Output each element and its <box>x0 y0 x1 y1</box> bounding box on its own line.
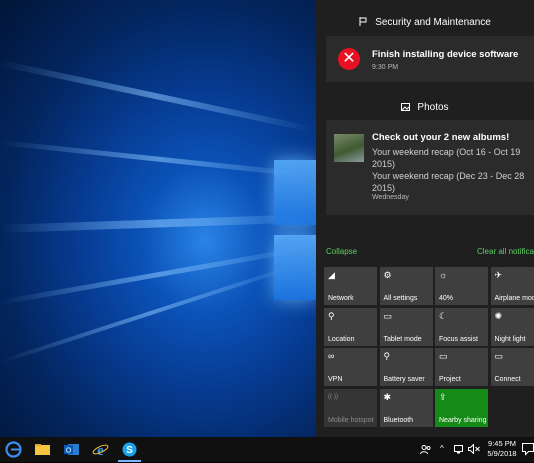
windows-logo-wallpaper <box>270 150 316 310</box>
taskbar: O e S ^ 9:45 PM 5/9/2018 <box>0 437 534 462</box>
clock-time: 9:45 PM <box>484 439 520 449</box>
notification-time: 9:30 PM <box>372 64 398 71</box>
taskbar-clock[interactable]: 9:45 PM 5/9/2018 <box>484 439 520 459</box>
clock-date: 5/9/2018 <box>484 449 520 459</box>
quick-action-network[interactable]: ◢ Network <box>324 267 377 305</box>
quick-action-nearby-sharing[interactable]: ⇪ Nearby sharing <box>435 389 488 427</box>
action-center-icon[interactable] <box>522 442 534 456</box>
quick-action-vpn[interactable]: ∞ VPN <box>324 348 377 386</box>
quick-action-label: Airplane mode <box>495 295 534 302</box>
quick-action-all-settings[interactable]: ⚙ All settings <box>380 267 433 305</box>
svg-text:S: S <box>126 445 133 456</box>
notification-security[interactable]: ✕ Finish installing device software 9:30… <box>326 36 534 82</box>
svg-text:O: O <box>66 448 72 455</box>
group-header-photos: Photos <box>417 102 448 113</box>
quick-action-night-light[interactable]: ✺ Night light <box>491 308 534 346</box>
network-tray-icon[interactable] <box>454 444 464 456</box>
quick-action-40[interactable]: ☼ 40% <box>435 267 488 305</box>
quick-action-mobile-hotspot[interactable]: ((·)) Mobile hotspot <box>324 389 377 427</box>
location-icon: ⚲ <box>328 311 338 321</box>
people-icon[interactable] <box>420 444 431 457</box>
network-icon: ◢ <box>328 270 338 280</box>
clear-all-notifications-link[interactable]: Clear all notifications <box>477 247 534 256</box>
notification-group-security[interactable]: Security and Maintenance <box>316 17 534 28</box>
project-icon: ▭ <box>439 351 449 361</box>
hotspot-icon: ((·)) <box>328 392 338 402</box>
quick-action-label: Focus assist <box>439 336 478 343</box>
quick-action-label: Location <box>328 336 354 343</box>
flag-icon <box>359 17 367 25</box>
skype-icon[interactable]: S <box>121 441 138 458</box>
quick-action-connect[interactable]: ▭ Connect <box>491 348 534 386</box>
quick-action-label: Mobile hotspot <box>328 417 374 424</box>
vpn-icon: ∞ <box>328 351 338 361</box>
quick-action-label: All settings <box>384 295 418 302</box>
notification-title: Finish installing device software <box>372 49 518 60</box>
tablet-icon: ▭ <box>384 311 394 321</box>
quick-action-battery-saver[interactable]: ⚲ Battery saver <box>380 348 433 386</box>
brightness-icon: ☼ <box>439 270 449 280</box>
moon-icon: ☾ <box>439 311 449 321</box>
collapse-link[interactable]: Collapse <box>326 247 357 256</box>
quick-action-label: Network <box>328 295 354 302</box>
quick-action-label: Nearby sharing <box>439 417 486 424</box>
quick-action-project[interactable]: ▭ Project <box>435 348 488 386</box>
quick-action-label: VPN <box>328 376 342 383</box>
quick-action-tablet-mode[interactable]: ▭ Tablet mode <box>380 308 433 346</box>
quick-action-bluetooth[interactable]: ✱ Bluetooth <box>380 389 433 427</box>
notification-group-photos[interactable]: Photos <box>316 102 534 113</box>
notification-title: Check out your 2 new albums! <box>372 132 509 143</box>
quick-action-label: Connect <box>495 376 521 383</box>
outlook-icon[interactable]: O <box>63 441 80 458</box>
quick-action-label: Project <box>439 376 461 383</box>
quick-action-label: 40% <box>439 295 453 302</box>
quick-action-label: Battery saver <box>384 376 425 383</box>
quick-action-airplane-mode[interactable]: ✈ Airplane mode <box>491 267 534 305</box>
photos-icon <box>401 103 409 111</box>
quick-action-label: Bluetooth <box>384 417 414 424</box>
battery-saver-icon: ⚲ <box>384 351 394 361</box>
quick-action-location[interactable]: ⚲ Location <box>324 308 377 346</box>
airplane-icon: ✈ <box>495 270 505 280</box>
connect-icon: ▭ <box>495 351 505 361</box>
action-center: Security and Maintenance ✕ Finish instal… <box>316 0 534 437</box>
file-explorer-icon[interactable] <box>34 441 51 458</box>
quick-action-label: Tablet mode <box>384 336 422 343</box>
sun-icon: ✺ <box>495 311 505 321</box>
notification-time: Wednesday <box>372 194 409 201</box>
album-thumbnail <box>334 134 364 162</box>
error-icon: ✕ <box>338 48 360 70</box>
volume-muted-icon[interactable] <box>468 444 480 456</box>
group-header-security: Security and Maintenance <box>375 17 491 28</box>
quick-action-focus-assist[interactable]: ☾ Focus assist <box>435 308 488 346</box>
share-icon: ⇪ <box>439 392 449 402</box>
quick-action-label: Night light <box>495 336 526 343</box>
internet-explorer-icon[interactable]: e <box>92 441 109 458</box>
notification-photos[interactable]: Check out your 2 new albums! Your weeken… <box>326 120 534 215</box>
gear-icon: ⚙ <box>384 270 394 280</box>
album-recap-2: Your weekend recap (Dec 23 - Dec 28 2015… <box>372 170 532 194</box>
edge-icon[interactable] <box>5 441 22 458</box>
chevron-up-icon[interactable]: ^ <box>440 444 444 453</box>
desktop-wallpaper <box>0 0 316 437</box>
bluetooth-icon: ✱ <box>384 392 394 402</box>
album-recap-1: Your weekend recap (Oct 16 - Oct 19 2015… <box>372 146 532 170</box>
